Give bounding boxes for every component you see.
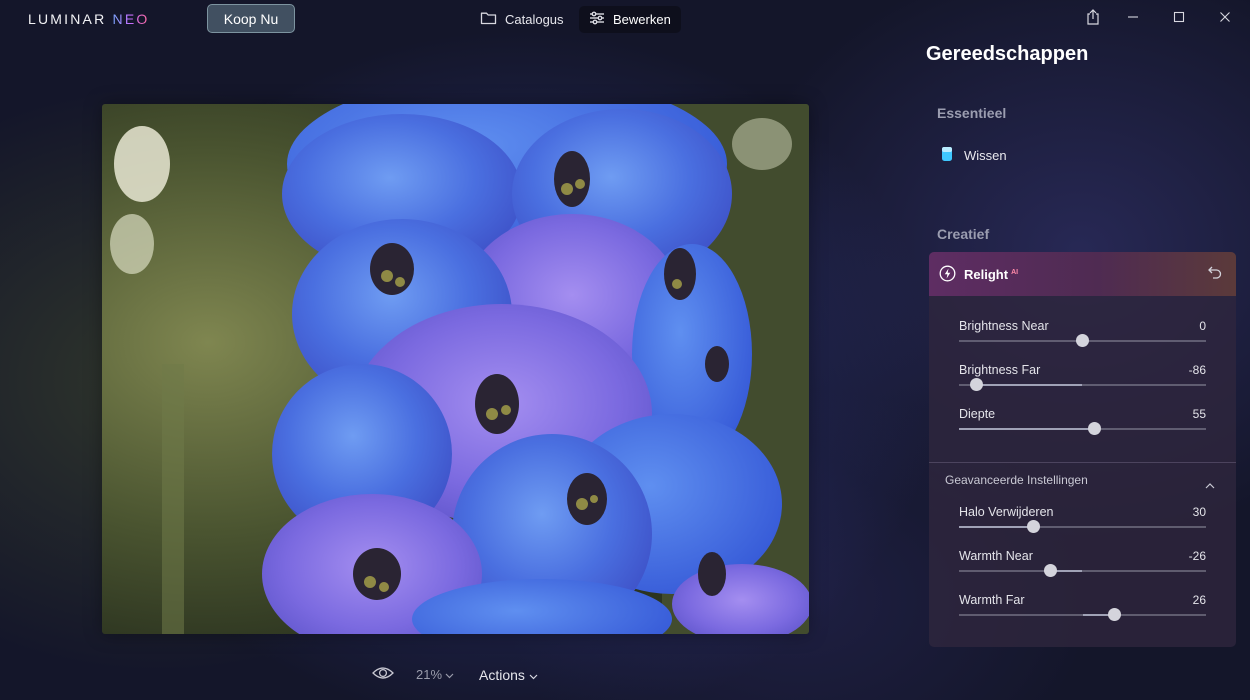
panel-title: Gereedschappen xyxy=(926,43,1089,65)
slider-value[interactable]: 26 xyxy=(1193,593,1206,607)
slider-warmth-near[interactable]: Warmth Near -26 xyxy=(959,549,1206,589)
eraser-icon xyxy=(940,146,954,165)
slider-label: Brightness Far xyxy=(959,363,1041,377)
buy-now-button[interactable]: Koop Nu xyxy=(207,4,295,33)
advanced-settings-toggle[interactable]: Geavanceerde Instellingen xyxy=(945,473,1088,487)
photo-canvas[interactable] xyxy=(102,104,809,634)
slider-value[interactable]: -26 xyxy=(1189,549,1206,563)
section-essentials[interactable]: Essentieel xyxy=(937,105,1006,121)
reset-button[interactable] xyxy=(1207,264,1223,285)
relight-tool-card: Relight AI Brightness Near 0 Brightness F… xyxy=(929,252,1236,647)
logo-accent: NEO xyxy=(112,11,150,27)
slider-handle[interactable] xyxy=(969,378,983,391)
slider-label: Halo Verwijderen xyxy=(959,505,1054,519)
slider-value[interactable]: 0 xyxy=(1199,319,1206,333)
delphinium-photo xyxy=(102,104,809,634)
actions-dropdown[interactable]: Actions xyxy=(479,667,538,683)
slider-value[interactable]: 55 xyxy=(1193,407,1206,421)
tool-erase-label: Wissen xyxy=(964,148,1007,163)
eye-icon xyxy=(372,667,394,685)
chevron-down-icon xyxy=(445,667,454,682)
zoom-value: 21% xyxy=(416,667,443,682)
ai-badge: AI xyxy=(1011,268,1019,276)
slider-warmth-far[interactable]: Warmth Far 26 xyxy=(959,593,1206,633)
tab-catalog-label: Catalogus xyxy=(505,12,564,27)
minimize-button[interactable] xyxy=(1120,6,1146,32)
actions-label: Actions xyxy=(479,667,525,683)
lightning-icon xyxy=(939,265,956,287)
tab-edit-label: Bewerken xyxy=(613,12,671,27)
preview-toggle[interactable] xyxy=(372,665,394,686)
folder-icon xyxy=(480,11,497,28)
maximize-button[interactable] xyxy=(1166,6,1192,32)
slider-brightness-far[interactable]: Brightness Far -86 xyxy=(959,363,1206,403)
chevron-up-icon[interactable] xyxy=(1205,476,1215,494)
close-button[interactable] xyxy=(1212,6,1238,32)
slider-handle[interactable] xyxy=(1088,422,1102,435)
slider-label: Warmth Near xyxy=(959,549,1033,563)
slider-halo-removal[interactable]: Halo Verwijderen 30 xyxy=(959,505,1206,545)
sliders-icon xyxy=(589,11,605,28)
share-icon xyxy=(1086,8,1100,30)
relight-name: Relight xyxy=(964,267,1009,282)
slider-brightness-near[interactable]: Brightness Near 0 xyxy=(959,319,1206,359)
slider-fill xyxy=(959,428,1095,430)
tab-catalog[interactable]: Catalogus xyxy=(470,6,574,33)
slider-handle[interactable] xyxy=(1043,564,1057,577)
slider-value[interactable]: -86 xyxy=(1189,363,1206,377)
slider-handle[interactable] xyxy=(1026,520,1040,533)
slider-label: Brightness Near xyxy=(959,319,1049,333)
slider-fill xyxy=(959,526,1034,528)
slider-track[interactable] xyxy=(959,570,1206,572)
minimize-icon xyxy=(1127,10,1139,28)
share-button[interactable] xyxy=(1080,6,1106,32)
slider-label: Diepte xyxy=(959,407,996,421)
divider xyxy=(929,462,1236,463)
tab-edit[interactable]: Bewerken xyxy=(579,6,681,33)
slider-handle[interactable] xyxy=(1108,608,1122,621)
slider-value[interactable]: 30 xyxy=(1193,505,1206,519)
close-icon xyxy=(1219,10,1231,28)
undo-icon xyxy=(1208,266,1222,279)
relight-title: Relight AI xyxy=(964,267,1018,282)
slider-depth[interactable]: Diepte 55 xyxy=(959,407,1206,447)
relight-header[interactable]: Relight AI xyxy=(929,252,1236,296)
maximize-icon xyxy=(1173,10,1185,28)
slider-handle[interactable] xyxy=(1076,334,1089,347)
tool-erase[interactable]: Wissen xyxy=(940,146,1007,165)
section-creative[interactable]: Creatief xyxy=(937,226,989,242)
top-bar: LUMINAR NEO Koop Nu Catalogus Bewerken xyxy=(0,0,1250,38)
slider-fill xyxy=(976,384,1083,386)
zoom-dropdown[interactable]: 21% xyxy=(416,667,454,682)
chevron-down-icon xyxy=(529,667,538,683)
logo-text: LUMINAR xyxy=(28,11,107,27)
app-logo: LUMINAR NEO xyxy=(28,11,149,27)
slider-label: Warmth Far xyxy=(959,593,1025,607)
